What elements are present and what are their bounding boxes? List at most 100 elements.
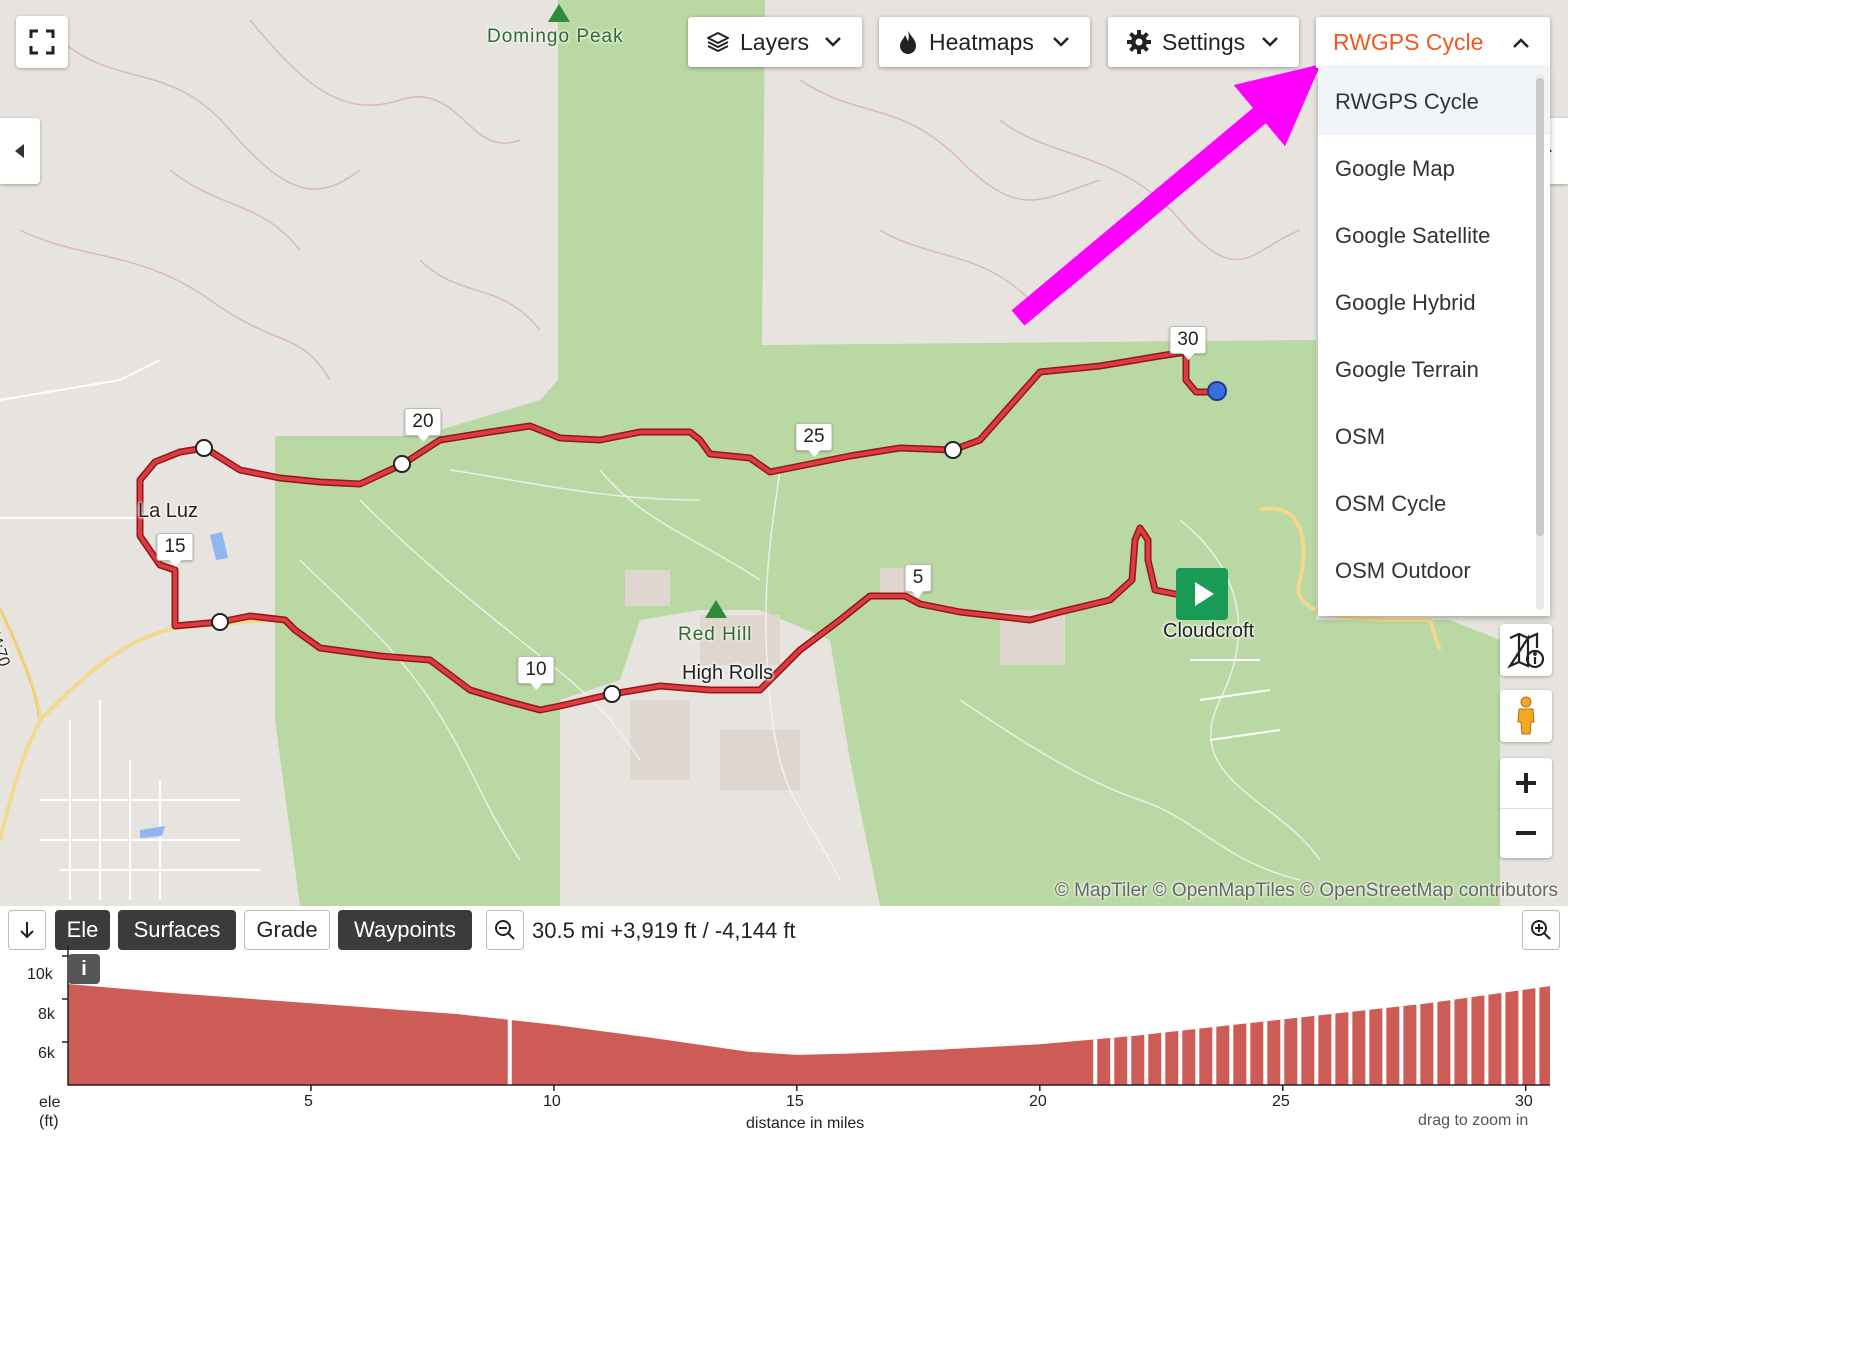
x-tick-label: 25 [1272, 1093, 1290, 1110]
surface-stripe [1110, 984, 1115, 1085]
heatmaps-button[interactable]: Heatmaps [879, 17, 1090, 67]
surface-stripe [1178, 984, 1183, 1085]
y-tick-label: 6k [38, 1045, 55, 1062]
zoom-out-button[interactable] [1500, 809, 1552, 859]
mile-marker: 5 [904, 564, 932, 598]
waypoint [944, 441, 962, 459]
map-view[interactable]: Domingo Peak Red Hill La Luz High Rolls … [0, 0, 1568, 906]
surface-stripe [1518, 984, 1523, 1085]
map-info-button[interactable] [1500, 624, 1552, 676]
x-tick-label: 30 [1515, 1093, 1533, 1110]
surface-stripe [1195, 984, 1200, 1085]
surface-stripe [1535, 984, 1540, 1085]
waypoint [195, 439, 213, 457]
surface-stripe [1314, 984, 1319, 1085]
layers-button[interactable]: Layers [688, 17, 862, 67]
flame-icon [897, 29, 919, 55]
end-marker [1207, 381, 1227, 401]
mile-marker: 15 [156, 533, 194, 567]
place-label-la-luz: La Luz [138, 500, 199, 522]
basemap-option[interactable]: Google Map [1318, 135, 1550, 202]
surface-stripe [1127, 984, 1132, 1085]
mile-marker: 30 [1169, 326, 1207, 360]
surface-stripe [1280, 984, 1285, 1085]
mile-marker: 20 [404, 408, 442, 442]
left-panel-toggle[interactable] [0, 118, 40, 184]
surface-stripe [1433, 984, 1438, 1085]
surface-stripe [1331, 984, 1336, 1085]
elevation-chart[interactable] [0, 906, 1568, 1136]
basemap-select[interactable]: RWGPS Cycle [1316, 17, 1550, 68]
mile-marker: 10 [517, 656, 555, 690]
layers-label: Layers [740, 28, 810, 55]
waypoint [603, 685, 621, 703]
elevation-panel: Ele Surfaces Grade Waypoints 30.5 mi +3,… [0, 906, 1568, 1136]
waypoint [393, 455, 411, 473]
basemap-option[interactable]: OSM Outdoor [1318, 537, 1550, 604]
waypoint [211, 613, 229, 631]
x-tick-label: 20 [1029, 1093, 1047, 1110]
zoom-in-button[interactable] [1500, 758, 1552, 809]
y-tick-label: 10k [27, 966, 53, 983]
basemap-option[interactable]: Google Satellite [1318, 202, 1550, 269]
fullscreen-button[interactable] [16, 16, 68, 68]
fullscreen-icon [29, 29, 55, 55]
surface-stripe [1450, 984, 1455, 1085]
map-attribution[interactable]: © MapTiler © OpenMapTiles © OpenStreetMa… [1055, 880, 1558, 902]
x-tick-label: 5 [304, 1093, 313, 1110]
surface-stripe [1093, 984, 1098, 1085]
basemap-selected-label: RWGPS Cycle [1333, 29, 1484, 55]
info-icon[interactable]: i [68, 954, 100, 984]
surface-stripe [1263, 984, 1268, 1085]
surface-stripe [1144, 984, 1149, 1085]
surface-stripe [507, 984, 512, 1085]
surface-stripe [1382, 984, 1387, 1085]
chevron-down-icon [1052, 36, 1070, 48]
surface-stripe [1399, 984, 1404, 1085]
basemap-option[interactable]: Google Terrain [1318, 336, 1550, 403]
gear-icon [1126, 29, 1152, 55]
peak-label-red-hill: Red Hill [678, 624, 753, 645]
surface-stripe [1229, 984, 1234, 1085]
surface-stripe [1416, 984, 1421, 1085]
caret-left-icon [15, 144, 24, 158]
y-tick-label: 8k [38, 1006, 55, 1023]
basemap-option[interactable]: OSM [1318, 403, 1550, 470]
basemap-dropdown[interactable]: RWGPS Cycle Google Map Google Satellite … [1318, 68, 1550, 616]
x-tick-label: 15 [786, 1093, 804, 1110]
basemap-option[interactable]: OSM Cycle [1318, 470, 1550, 537]
zoom-control [1500, 758, 1552, 858]
street-view-button[interactable] [1500, 690, 1552, 742]
surface-stripe [1501, 984, 1506, 1085]
basemap-option[interactable]: Google Hybrid [1318, 269, 1550, 336]
map-info-icon [1507, 632, 1545, 669]
dropdown-scrollbar-thumb[interactable] [1536, 78, 1544, 536]
basemap-option[interactable]: RWGPS Cycle [1318, 68, 1550, 135]
surface-stripe [1212, 984, 1217, 1085]
x-axis-label: distance in miles [746, 1115, 865, 1132]
surface-stripe [1246, 984, 1251, 1085]
mile-marker: 25 [795, 423, 833, 457]
peak-label-domingo: Domingo Peak [487, 26, 624, 47]
settings-label: Settings [1162, 28, 1246, 55]
start-marker [1176, 568, 1228, 620]
settings-button[interactable]: Settings [1108, 17, 1299, 67]
place-label-high-rolls: High Rolls [682, 662, 774, 684]
heatmaps-label: Heatmaps [929, 28, 1034, 55]
chevron-down-icon [824, 36, 842, 48]
surface-stripe [1484, 984, 1489, 1085]
place-label-cloudcroft: Cloudcroft [1163, 620, 1255, 642]
minus-icon [1516, 831, 1536, 836]
x-tick-label: 10 [543, 1093, 561, 1110]
zoom-hint: drag to zoom in [1418, 1112, 1529, 1129]
surface-stripe [1161, 984, 1166, 1085]
surface-stripe [1297, 984, 1302, 1085]
y-axis-label: ele [39, 1094, 61, 1111]
layers-icon [706, 30, 730, 54]
plus-icon [1516, 772, 1536, 793]
elevation-area [68, 984, 1550, 1085]
surface-stripe [1467, 984, 1472, 1085]
chevron-down-icon [1261, 36, 1279, 48]
y-axis-unit: (ft) [39, 1113, 59, 1130]
surface-stripe [1348, 984, 1353, 1085]
